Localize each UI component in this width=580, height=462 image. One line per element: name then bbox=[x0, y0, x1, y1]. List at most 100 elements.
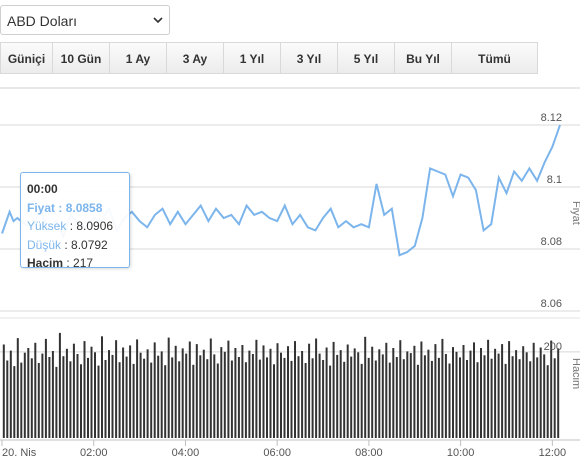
volume-bar bbox=[546, 365, 549, 438]
volume-bar bbox=[350, 356, 353, 438]
volume-bar bbox=[550, 340, 553, 438]
volume-bar bbox=[283, 357, 286, 438]
volume-bar bbox=[553, 358, 556, 438]
volume-bar bbox=[483, 355, 486, 438]
volume-bar bbox=[427, 349, 430, 438]
volume-bar bbox=[525, 352, 528, 438]
volume-bar bbox=[322, 360, 325, 438]
volume-bar bbox=[395, 357, 398, 438]
tab-1-month[interactable]: 1 Ay bbox=[110, 42, 167, 74]
volume-bar bbox=[251, 354, 254, 438]
volume-bar bbox=[557, 348, 560, 438]
volume-bar bbox=[504, 363, 507, 438]
volume-bar bbox=[469, 350, 472, 438]
volume-bar bbox=[437, 357, 440, 438]
volume-bar bbox=[487, 339, 490, 438]
volume-bar bbox=[118, 362, 121, 438]
tab-this-year[interactable]: Bu Yıl bbox=[395, 42, 452, 74]
x-tick-label: 08:00 bbox=[355, 447, 383, 457]
tab-intraday[interactable]: Güniçi bbox=[0, 42, 53, 74]
volume-bar bbox=[58, 332, 61, 438]
volume-bar bbox=[430, 360, 433, 438]
volume-bar bbox=[522, 346, 525, 438]
volume-bar bbox=[385, 342, 388, 438]
volume-bar bbox=[406, 351, 409, 438]
volume-bar bbox=[34, 342, 37, 438]
volume-bar bbox=[227, 340, 230, 438]
volume-bar bbox=[258, 359, 261, 438]
volume-bar bbox=[346, 344, 349, 438]
volume-bar bbox=[374, 360, 377, 438]
volume-bar bbox=[51, 351, 54, 438]
volume-bar bbox=[16, 338, 19, 438]
volume-bar bbox=[153, 342, 156, 438]
volume-bar bbox=[266, 357, 268, 438]
volume-bar bbox=[76, 354, 79, 438]
volume-bar bbox=[223, 351, 226, 438]
tab-all[interactable]: Tümü bbox=[452, 42, 538, 74]
currency-select[interactable]: ABD Doları bbox=[0, 5, 170, 35]
volume-bar bbox=[139, 352, 142, 438]
volume-bar bbox=[132, 363, 135, 438]
volume-bar bbox=[174, 345, 177, 438]
volume-bar bbox=[213, 354, 216, 438]
volume-bar bbox=[339, 350, 342, 438]
volume-bar bbox=[508, 341, 511, 438]
volume-bar bbox=[216, 363, 219, 438]
volume-bar bbox=[104, 360, 107, 438]
volume-bar bbox=[413, 345, 416, 438]
volume-bar bbox=[308, 343, 311, 438]
volume-bar bbox=[441, 338, 444, 438]
volume-bar bbox=[420, 341, 423, 438]
price-tick-label: 8.08 bbox=[541, 236, 562, 248]
tooltip-volume-label: Hacim bbox=[27, 256, 64, 270]
volume-bar bbox=[371, 346, 374, 438]
volume-bar bbox=[318, 353, 321, 438]
tab-3-years[interactable]: 3 Yıl bbox=[281, 42, 338, 74]
x-ticks: 20. Nis 02:00 04:00 06:00 08:00 10:00 12:00 bbox=[1, 440, 566, 459]
volume-bar bbox=[304, 363, 307, 438]
volume-bar bbox=[532, 342, 535, 438]
volume-bar bbox=[48, 357, 51, 438]
tab-5-years[interactable]: 5 Yıl bbox=[338, 42, 395, 74]
volume-axis-label: Hacim bbox=[570, 358, 580, 389]
volume-bar bbox=[244, 362, 247, 438]
volume-bar bbox=[336, 354, 339, 438]
volume-bar bbox=[129, 345, 132, 438]
volume-bar bbox=[97, 365, 100, 438]
volume-bar bbox=[367, 357, 370, 438]
price-tick-label: 8.1 bbox=[547, 174, 562, 186]
tab-1-year[interactable]: 1 Yıl bbox=[224, 42, 281, 74]
tab-3-months[interactable]: 3 Ay bbox=[167, 42, 224, 74]
volume-bar bbox=[357, 352, 360, 438]
volume-bar bbox=[364, 336, 367, 438]
volume-bar bbox=[6, 360, 9, 438]
currency-select-value: ABD Doları bbox=[7, 13, 78, 29]
volume-bar bbox=[188, 341, 191, 438]
volume-bar bbox=[115, 340, 118, 438]
volume-bar bbox=[290, 360, 293, 438]
volume-bar bbox=[111, 354, 114, 438]
price-tick-label: 8.06 bbox=[541, 298, 562, 310]
data-tooltip: 00:00 Fiyat : 8.0858 Yüksek : 8.0906 Düş… bbox=[20, 172, 130, 270]
volume-bar bbox=[192, 364, 195, 438]
volume-bar bbox=[297, 356, 300, 438]
volume-tick-label: 200 bbox=[544, 341, 562, 353]
volume-bar bbox=[343, 361, 346, 438]
volume-bar bbox=[62, 356, 65, 438]
volume-bar bbox=[65, 348, 68, 438]
volume-bar bbox=[511, 356, 514, 438]
volume-bar bbox=[473, 342, 475, 438]
volume-bar bbox=[392, 348, 395, 438]
volume-bar bbox=[146, 349, 149, 438]
volume-bar bbox=[101, 336, 103, 438]
volume-bar bbox=[518, 359, 521, 438]
volume-bar bbox=[83, 341, 86, 438]
volume-bar bbox=[515, 350, 518, 438]
volume-bar bbox=[381, 354, 384, 438]
tooltip-price-value: 8.0858 bbox=[65, 200, 103, 215]
volume-bar bbox=[287, 346, 289, 438]
volume-bar bbox=[150, 362, 153, 438]
tab-10-days[interactable]: 10 Gün bbox=[53, 42, 110, 74]
tooltip-low-value: 8.0792 bbox=[71, 237, 108, 252]
